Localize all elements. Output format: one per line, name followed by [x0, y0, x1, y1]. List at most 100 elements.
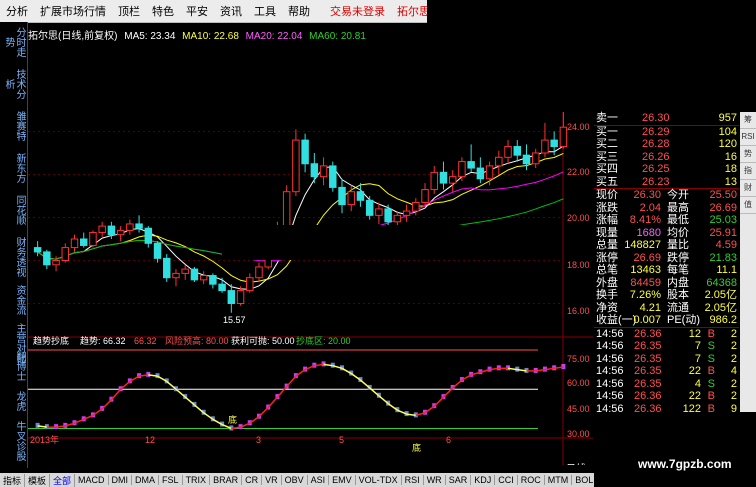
tick-price: 26.35 [634, 340, 662, 352]
tab-tonghuashun[interactable]: 同花顺 [13, 192, 25, 228]
right-tab-finance[interactable]: 财 [740, 180, 756, 197]
tab-yisaite[interactable]: 雏赛特 [13, 108, 25, 144]
stat-value-2: 25.50 [709, 189, 737, 201]
tick-row: 14:56 26.35 4 S 2 [594, 378, 739, 391]
candle-body [393, 214, 402, 223]
tick-row: 14:56 26.36 22 B 2 [594, 390, 739, 403]
right-tab-index[interactable]: 指 [740, 163, 756, 180]
indicator-tab[interactable]: RSI [402, 475, 424, 485]
menu-analysis[interactable]: 分析 [0, 3, 34, 19]
indicator-tab[interactable]: DMI [109, 475, 133, 485]
stat-label-2: PE(动) [667, 314, 700, 326]
tick-time: 14:56 [596, 402, 624, 415]
indicator-line-segment [120, 380, 131, 390]
tick-side: B [707, 365, 715, 377]
candle-body [421, 189, 429, 203]
stat-value-2: 2.05亿 [704, 301, 737, 314]
tick-price: 26.35 [634, 377, 662, 390]
tab-technical[interactable]: 技术分析 [3, 66, 25, 102]
stat-value: 0.007 [633, 314, 661, 326]
stat-row: 收益(一) 0.007 PE(动) 986.2 [594, 314, 739, 327]
menu-help[interactable]: 帮助 [282, 3, 316, 19]
tick-volume: 7 [694, 340, 701, 352]
trade-login-status[interactable]: 交易未登录 [324, 3, 391, 19]
tab-dragon-tiger[interactable]: 龙虎 [13, 388, 25, 414]
period-label[interactable]: 日线 [566, 462, 586, 465]
indicator-line-segment [258, 407, 269, 418]
indicator-line-segment [249, 416, 260, 424]
indicator-tab[interactable]: VR [262, 475, 282, 485]
menu-features[interactable]: 特色 [146, 3, 180, 19]
tab-intraday[interactable]: 分时走势 [3, 24, 25, 60]
quote-panel: 卖一 26.30 957 买一 26.29 104 买二 26.28 120 买三 26.26… [594, 112, 739, 472]
indicator-tab[interactable]: VOL-TDX [356, 475, 402, 485]
tick-volume: 12 [688, 327, 701, 340]
indicator-tab[interactable]: CR [242, 475, 263, 485]
candle-body [153, 242, 162, 259]
tab-xindongfang[interactable]: 新东方 [13, 150, 25, 186]
tab-financial[interactable]: 财务透视 [13, 234, 25, 280]
indicator-tab[interactable]: KDJ [471, 475, 496, 485]
right-tab-value[interactable]: 值 [740, 197, 756, 214]
date-label-jun: 6 [446, 435, 451, 445]
indicator-line-segment [378, 395, 389, 405]
indicator-trend: 趋势: 66.32 [80, 335, 126, 346]
stat-value-2: 25.91 [709, 226, 737, 239]
menu-tools[interactable]: 工具 [248, 3, 282, 19]
indicator-tab[interactable]: ASI [308, 475, 330, 485]
indicator-tab[interactable]: EMV [329, 475, 356, 485]
stat-row: 外盘 84459 内盘 64368 [594, 277, 739, 290]
tick-volume: 122 [682, 402, 701, 415]
indicator-tab[interactable]: BOLL [572, 475, 594, 485]
candle-body [70, 238, 79, 249]
indicator-tab[interactable]: SAR [446, 475, 472, 485]
buy-label: 买四 [596, 163, 618, 175]
buy-label: 买一 [596, 125, 618, 138]
indicator-line-segment [184, 396, 195, 406]
candle-body [356, 191, 365, 201]
tick-side: S [707, 352, 715, 365]
buy-row: 买四 26.25 18 [594, 163, 739, 176]
right-tab-trend[interactable]: 势 [740, 146, 756, 163]
indicator-tab[interactable]: FSL [159, 475, 183, 485]
indicator-tab[interactable]: DMA [132, 475, 160, 485]
menu-extended-market[interactable]: 扩展市场行情 [34, 3, 112, 19]
indicator-tab[interactable]: OBV [282, 475, 308, 485]
tab-capital-flow[interactable]: 资金流 [13, 282, 25, 318]
candle-body [467, 161, 475, 169]
right-tab-rsi[interactable]: RSI [740, 129, 756, 146]
indicator-tab[interactable]: MTM [545, 475, 573, 485]
candle-body [292, 139, 300, 193]
indicator-tab[interactable]: CCI [495, 475, 518, 485]
stat-label: 涨幅 [596, 214, 618, 226]
menu-pingan[interactable]: 平安 [180, 3, 214, 19]
tab-doctor[interactable]: 翻博士 [13, 348, 25, 384]
menu-toolbar[interactable]: 顶栏 [112, 3, 146, 19]
indicator-tab[interactable]: MACD [75, 475, 109, 485]
candle-body [52, 260, 60, 266]
indicator-tab[interactable]: 指标 [0, 473, 26, 487]
indicator-line-segment [193, 404, 205, 414]
tab-stock-diagnosis[interactable]: 牛叉诊股 [13, 418, 25, 464]
buy-volume: 120 [718, 138, 737, 150]
indicator-tab[interactable]: WR [424, 475, 446, 485]
tick-count: 2 [730, 352, 737, 365]
stat-label-2: 内盘 [667, 276, 689, 289]
stat-value: 7.26% [629, 289, 661, 301]
candle-body [319, 165, 328, 178]
indicator-tab[interactable]: TRIX [183, 475, 211, 485]
indicator-tab[interactable]: ROC [518, 475, 545, 485]
candle-body [329, 165, 337, 188]
indicator-tab[interactable]: BRAR [210, 475, 243, 485]
stat-label: 总笔 [596, 264, 618, 276]
buy-row: 买三 26.26 16 [594, 151, 739, 164]
candle-body [458, 161, 466, 178]
right-tab-chip[interactable]: 筹 [740, 112, 756, 129]
indicator-tab[interactable]: 模板 [25, 473, 51, 487]
stat-value-2: 64368 [706, 276, 737, 289]
price-tick-18: 18.00 [567, 260, 590, 270]
indicator-tab[interactable]: 全部 [50, 473, 76, 487]
menu-news[interactable]: 资讯 [214, 3, 248, 19]
candle-body [116, 229, 125, 236]
indicator-line-segment [452, 379, 463, 389]
